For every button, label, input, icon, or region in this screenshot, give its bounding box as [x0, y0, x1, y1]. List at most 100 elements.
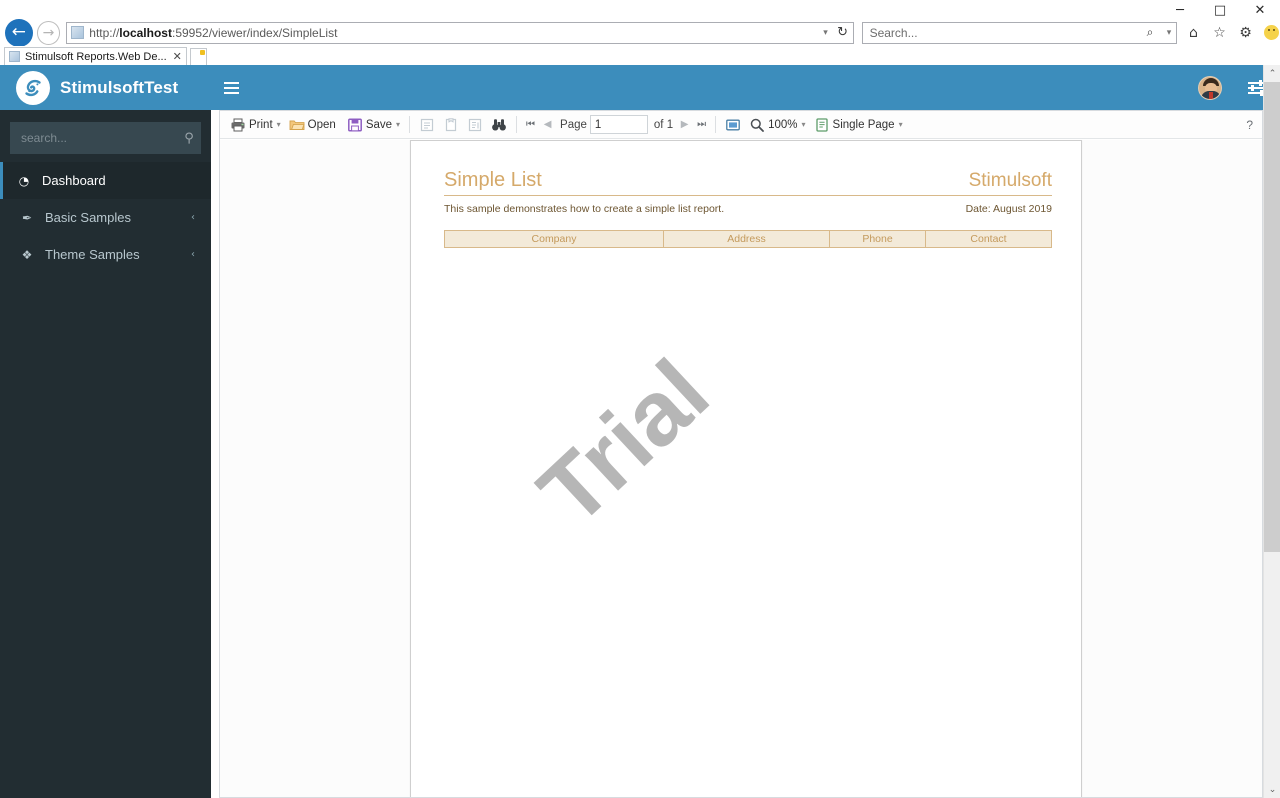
- fullscreen-icon: [726, 119, 740, 130]
- save-button[interactable]: Save ▾: [343, 113, 404, 137]
- browser-toolbar-icons: ⌂ ☆ ⚙: [1185, 24, 1280, 41]
- report-header: Simple List Stimulsoft: [444, 169, 1052, 196]
- fullscreen-button[interactable]: [721, 113, 745, 137]
- chevron-down-icon[interactable]: ▾: [899, 120, 903, 129]
- column-header-address: Address: [664, 231, 830, 247]
- bookmarks-button[interactable]: [439, 113, 463, 137]
- printer-icon: [231, 118, 245, 131]
- application-root: StimulsoftTest ⚲ ◔ Dashboard ✒ Basic Sam…: [0, 65, 1280, 798]
- prev-page-button[interactable]: ◀: [539, 114, 556, 136]
- brand-header[interactable]: StimulsoftTest: [0, 65, 211, 110]
- close-button[interactable]: ✕: [1240, 0, 1280, 20]
- refresh-icon[interactable]: ↻: [833, 25, 853, 40]
- browser-chrome: ─ □ ✕ ← → http://localhost:59952/viewer/…: [0, 0, 1280, 65]
- help-button[interactable]: ?: [1246, 111, 1253, 139]
- smiley-icon[interactable]: [1263, 24, 1280, 41]
- report-subheader: This sample demonstrates how to create a…: [444, 203, 1052, 215]
- print-label: Print: [249, 118, 273, 131]
- parameters-button[interactable]: [463, 113, 487, 137]
- report-date: Date: August 2019: [965, 203, 1052, 215]
- pen-icon: ✒: [21, 210, 33, 225]
- single-page-icon: [815, 117, 828, 132]
- find-button[interactable]: [487, 113, 511, 137]
- search-input[interactable]: [11, 130, 178, 146]
- viewer-canvas[interactable]: Simple List Stimulsoft This sample demon…: [220, 140, 1262, 797]
- window-controls: ─ □ ✕: [1160, 0, 1280, 20]
- browser-search-placeholder: Search...: [869, 25, 918, 40]
- open-label: Open: [307, 118, 336, 131]
- open-button[interactable]: Open: [285, 113, 343, 137]
- address-bar[interactable]: http://localhost:59952/viewer/index/Simp…: [66, 21, 854, 44]
- chevron-left-icon[interactable]: ‹: [191, 249, 195, 260]
- favorites-star-icon[interactable]: ☆: [1211, 24, 1228, 41]
- sidebar-item-theme-samples[interactable]: ❖ Theme Samples ‹: [0, 236, 211, 273]
- maximize-button[interactable]: □: [1200, 0, 1240, 20]
- parameters-icon: [468, 118, 482, 131]
- dashboard-icon: ◔: [18, 173, 30, 188]
- page-total-label: of 1: [653, 118, 674, 131]
- header-right-group: [1198, 65, 1266, 110]
- resources-icon: [420, 118, 434, 131]
- sidebar: StimulsoftTest ⚲ ◔ Dashboard ✒ Basic Sam…: [0, 65, 211, 798]
- search-icon[interactable]: ⌕: [1138, 25, 1162, 40]
- page-scrollbar[interactable]: ⌃ ⌄: [1263, 65, 1280, 798]
- view-mode-label: Single Page: [832, 118, 895, 131]
- page-favicon-icon: [71, 26, 85, 39]
- column-header-company: Company: [445, 231, 664, 247]
- back-button-icon[interactable]: ←: [5, 18, 33, 47]
- save-label: Save: [365, 118, 393, 131]
- last-page-button[interactable]: ⏭: [693, 114, 710, 136]
- toolbar-divider: [715, 116, 717, 133]
- hamburger-icon[interactable]: [211, 65, 251, 110]
- tab-close-icon[interactable]: ✕: [173, 50, 182, 63]
- browser-navigation-bar: ← → http://localhost:59952/viewer/index/…: [0, 18, 1280, 47]
- scrollbar-thumb[interactable]: [1264, 82, 1280, 552]
- next-page-button[interactable]: ▶: [676, 114, 693, 136]
- home-icon[interactable]: ⌂: [1185, 24, 1202, 41]
- chevron-down-icon[interactable]: ▾: [802, 120, 806, 129]
- search-dropdown-icon[interactable]: ▾: [1162, 28, 1176, 38]
- report-page: Simple List Stimulsoft This sample demon…: [410, 140, 1082, 797]
- browser-titlebar: ─ □ ✕: [0, 0, 1280, 18]
- scroll-down-arrow[interactable]: ⌄: [1264, 781, 1280, 798]
- chevron-down-icon[interactable]: ▾: [396, 120, 400, 129]
- gem-icon: ❖: [21, 247, 33, 262]
- report-brand: Stimulsoft: [968, 170, 1052, 191]
- gear-icon[interactable]: ⚙: [1237, 24, 1254, 41]
- page-number-input[interactable]: [589, 115, 648, 134]
- new-tab-button[interactable]: [189, 48, 207, 65]
- print-button[interactable]: Print ▾: [226, 113, 285, 137]
- scroll-up-arrow[interactable]: ⌃: [1264, 65, 1280, 82]
- sidebar-search[interactable]: ⚲: [10, 122, 201, 154]
- view-mode-button[interactable]: Single Page ▾: [810, 113, 907, 137]
- toolbar-divider: [516, 116, 518, 133]
- toolbar-divider: [409, 116, 411, 133]
- browser-search-box[interactable]: Search... ⌕ ▾: [861, 21, 1177, 44]
- browser-tab[interactable]: Stimulsoft Reports.Web De... ✕: [4, 47, 187, 65]
- stimulsoft-logo-icon: [16, 70, 50, 105]
- chevron-down-icon[interactable]: ▾: [277, 120, 281, 129]
- zoom-level-label: 100%: [768, 118, 798, 131]
- avatar[interactable]: [1198, 75, 1222, 100]
- forward-button-icon[interactable]: →: [36, 20, 61, 45]
- resources-button[interactable]: [415, 113, 439, 137]
- magnifier-icon: [750, 118, 764, 132]
- zoom-button[interactable]: 100% ▾: [745, 113, 809, 137]
- search-icon[interactable]: ⚲: [178, 123, 200, 153]
- address-text: http://localhost:59952/viewer/index/Simp…: [89, 25, 338, 40]
- report-description: This sample demonstrates how to create a…: [444, 203, 725, 215]
- save-floppy-icon: [347, 117, 362, 132]
- sidebar-item-basic-samples[interactable]: ✒ Basic Samples ‹: [0, 199, 211, 236]
- sidebar-item-dashboard[interactable]: ◔ Dashboard: [0, 162, 211, 199]
- minimize-button[interactable]: ─: [1160, 0, 1200, 20]
- first-page-button[interactable]: ⏮: [522, 114, 539, 136]
- page-label: Page: [560, 118, 587, 131]
- address-dropdown-icon[interactable]: ▾: [819, 28, 833, 38]
- report-table-header-row: Company Address Phone Contact: [444, 230, 1052, 248]
- sidebar-item-label: Basic Samples: [45, 210, 131, 225]
- column-header-contact: Contact: [970, 233, 1007, 245]
- sidebar-item-label: Dashboard: [42, 173, 106, 188]
- chevron-left-icon[interactable]: ‹: [191, 212, 195, 223]
- report-content: Simple List Stimulsoft This sample demon…: [444, 169, 1052, 248]
- folder-open-icon: [289, 120, 305, 130]
